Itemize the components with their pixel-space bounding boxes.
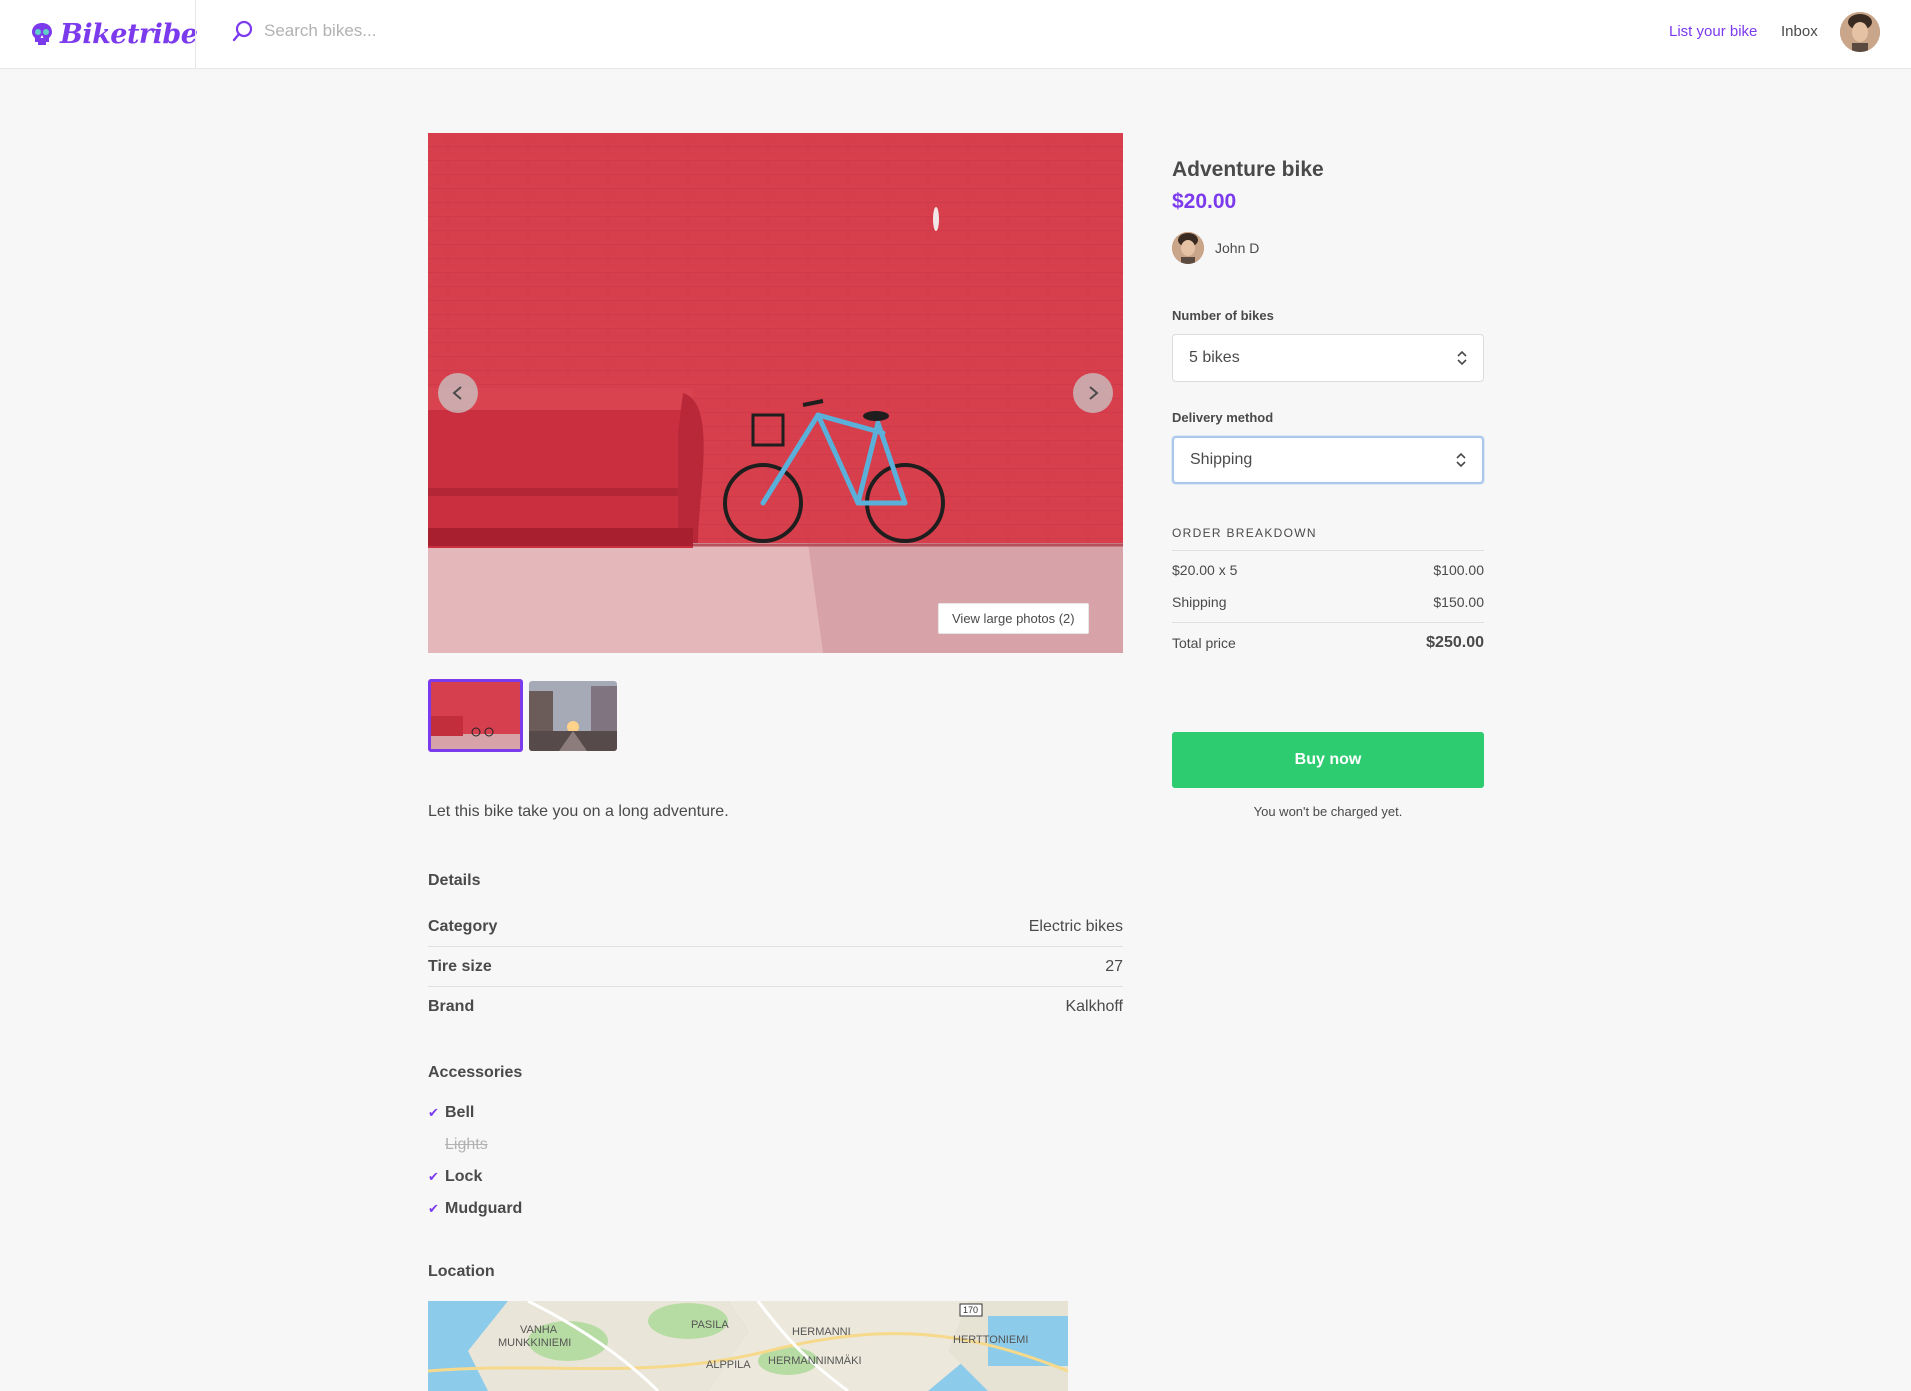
breakdown-line-shipping: Shipping $150.00: [1172, 586, 1484, 618]
total-label: Total price: [1172, 635, 1236, 651]
accessory-label: Bell: [445, 1104, 475, 1121]
logo[interactable]: Biketribe: [30, 14, 198, 54]
listing-main-photo[interactable]: View large photos (2): [428, 133, 1123, 653]
detail-key: Tire size: [428, 957, 492, 975]
map-label: HERMANNI: [792, 1326, 851, 1338]
inbox-link[interactable]: Inbox: [1781, 23, 1818, 40]
check-icon: ✔: [428, 1169, 439, 1184]
details-table: Category Electric bikes Tire size 27 Bra…: [428, 907, 1123, 1027]
detail-value: Kalkhoff: [1065, 998, 1123, 1015]
logo-text: Biketribe: [60, 18, 198, 50]
map-label: HERMANNINMÄKI: [768, 1355, 862, 1367]
thumbnail-2-image: [529, 681, 617, 751]
map-label: ALPPILA: [706, 1359, 751, 1371]
user-avatar[interactable]: [1840, 12, 1880, 52]
search-icon: [232, 20, 253, 42]
select-arrows-icon: [1457, 350, 1467, 366]
next-photo-button[interactable]: [1073, 373, 1113, 413]
breakdown-total: Total price $250.00: [1172, 623, 1484, 663]
thumbnail-1[interactable]: [428, 679, 523, 752]
map-label: HERTTONIEMI: [953, 1334, 1028, 1346]
accessory-label: Lights: [445, 1136, 488, 1153]
select-value: Shipping: [1190, 451, 1253, 468]
listing-description: Let this bike take you on a long adventu…: [428, 803, 729, 820]
details-heading: Details: [428, 872, 481, 889]
detail-value: 27: [1105, 957, 1123, 975]
map-road-label: 170: [963, 1305, 978, 1315]
detail-row-category: Category Electric bikes: [428, 907, 1123, 947]
number-of-bikes-select[interactable]: 5 bikes: [1172, 334, 1484, 382]
detail-value: Electric bikes: [1028, 917, 1123, 935]
topbar-divider: [195, 0, 196, 69]
line-value: $100.00: [1433, 562, 1484, 578]
accessory-item-bell: ✔ Bell: [428, 1097, 522, 1129]
accessory-item-mudguard: ✔ Mudguard: [428, 1193, 522, 1225]
chevron-right-icon: [1089, 386, 1099, 400]
location-map[interactable]: VANHA MUNKKINIEMI PASILA HERMANNI HERMAN…: [428, 1301, 1068, 1391]
author-avatar-image: [1172, 232, 1204, 264]
user-avatar-image: [1840, 12, 1880, 52]
map-label: PASILA: [691, 1319, 729, 1331]
detail-key: Category: [428, 917, 498, 935]
buy-now-button[interactable]: Buy now: [1172, 732, 1484, 788]
order-panel: Adventure bike $20.00 John D Number of b…: [1172, 158, 1484, 819]
search-bar: [232, 20, 664, 42]
accessory-item-lights: Lights: [428, 1129, 522, 1161]
accessory-item-lock: ✔ Lock: [428, 1161, 522, 1193]
location-heading: Location: [428, 1263, 495, 1280]
not-charged-note: You won't be charged yet.: [1253, 804, 1403, 819]
top-bar: Biketribe List your bike Inbox: [0, 0, 1911, 69]
accessories-heading: Accessories: [428, 1064, 523, 1081]
chevron-left-icon: [452, 386, 462, 400]
breakdown-line-base: $20.00 x 5 $100.00: [1172, 554, 1484, 586]
line-label: Shipping: [1172, 594, 1227, 610]
author-avatar[interactable]: [1172, 232, 1204, 264]
listing-title: Adventure bike: [1172, 158, 1324, 181]
line-value: $150.00: [1433, 594, 1484, 610]
listing-price: $20.00: [1172, 190, 1237, 213]
detail-key: Brand: [428, 998, 475, 1015]
accessories-list: ✔ Bell Lights ✔ Lock ✔ Mudguard: [428, 1097, 522, 1225]
check-icon: ✔: [428, 1105, 439, 1120]
select-value: 5 bikes: [1189, 349, 1240, 366]
list-your-bike-link[interactable]: List your bike: [1669, 23, 1757, 40]
detail-row-tire-size: Tire size 27: [428, 947, 1123, 987]
author-name[interactable]: John D: [1215, 240, 1259, 256]
divider: [1172, 550, 1484, 551]
author[interactable]: John D: [1172, 232, 1484, 264]
delivery-method-select[interactable]: Shipping: [1172, 436, 1484, 484]
view-large-photos-button[interactable]: View large photos (2): [938, 603, 1089, 634]
skull-logo-icon: [32, 23, 52, 45]
total-value: $250.00: [1426, 634, 1484, 651]
line-label: $20.00 x 5: [1172, 562, 1238, 578]
search-input[interactable]: [264, 21, 664, 41]
map-label: MUNKKINIEMI: [498, 1337, 571, 1349]
thumbnail-1-image: [431, 682, 520, 749]
photo-thumbnails: [428, 679, 617, 752]
bikes-label: Number of bikes: [1172, 308, 1274, 323]
check-icon: ✔: [428, 1201, 439, 1216]
thumbnail-2[interactable]: [529, 681, 617, 751]
delivery-label: Delivery method: [1172, 410, 1274, 425]
map-image: VANHA MUNKKINIEMI PASILA HERMANNI HERMAN…: [428, 1301, 1068, 1391]
select-arrows-icon: [1456, 452, 1466, 468]
previous-photo-button[interactable]: [438, 373, 478, 413]
detail-row-brand: Brand Kalkhoff: [428, 987, 1123, 1027]
map-label: VANHA: [520, 1324, 558, 1336]
accessory-label: Mudguard: [445, 1200, 523, 1217]
bike-photo: [428, 133, 1123, 653]
accessory-label: Lock: [445, 1168, 483, 1185]
order-breakdown-heading: ORDER BREAKDOWN: [1172, 526, 1317, 540]
